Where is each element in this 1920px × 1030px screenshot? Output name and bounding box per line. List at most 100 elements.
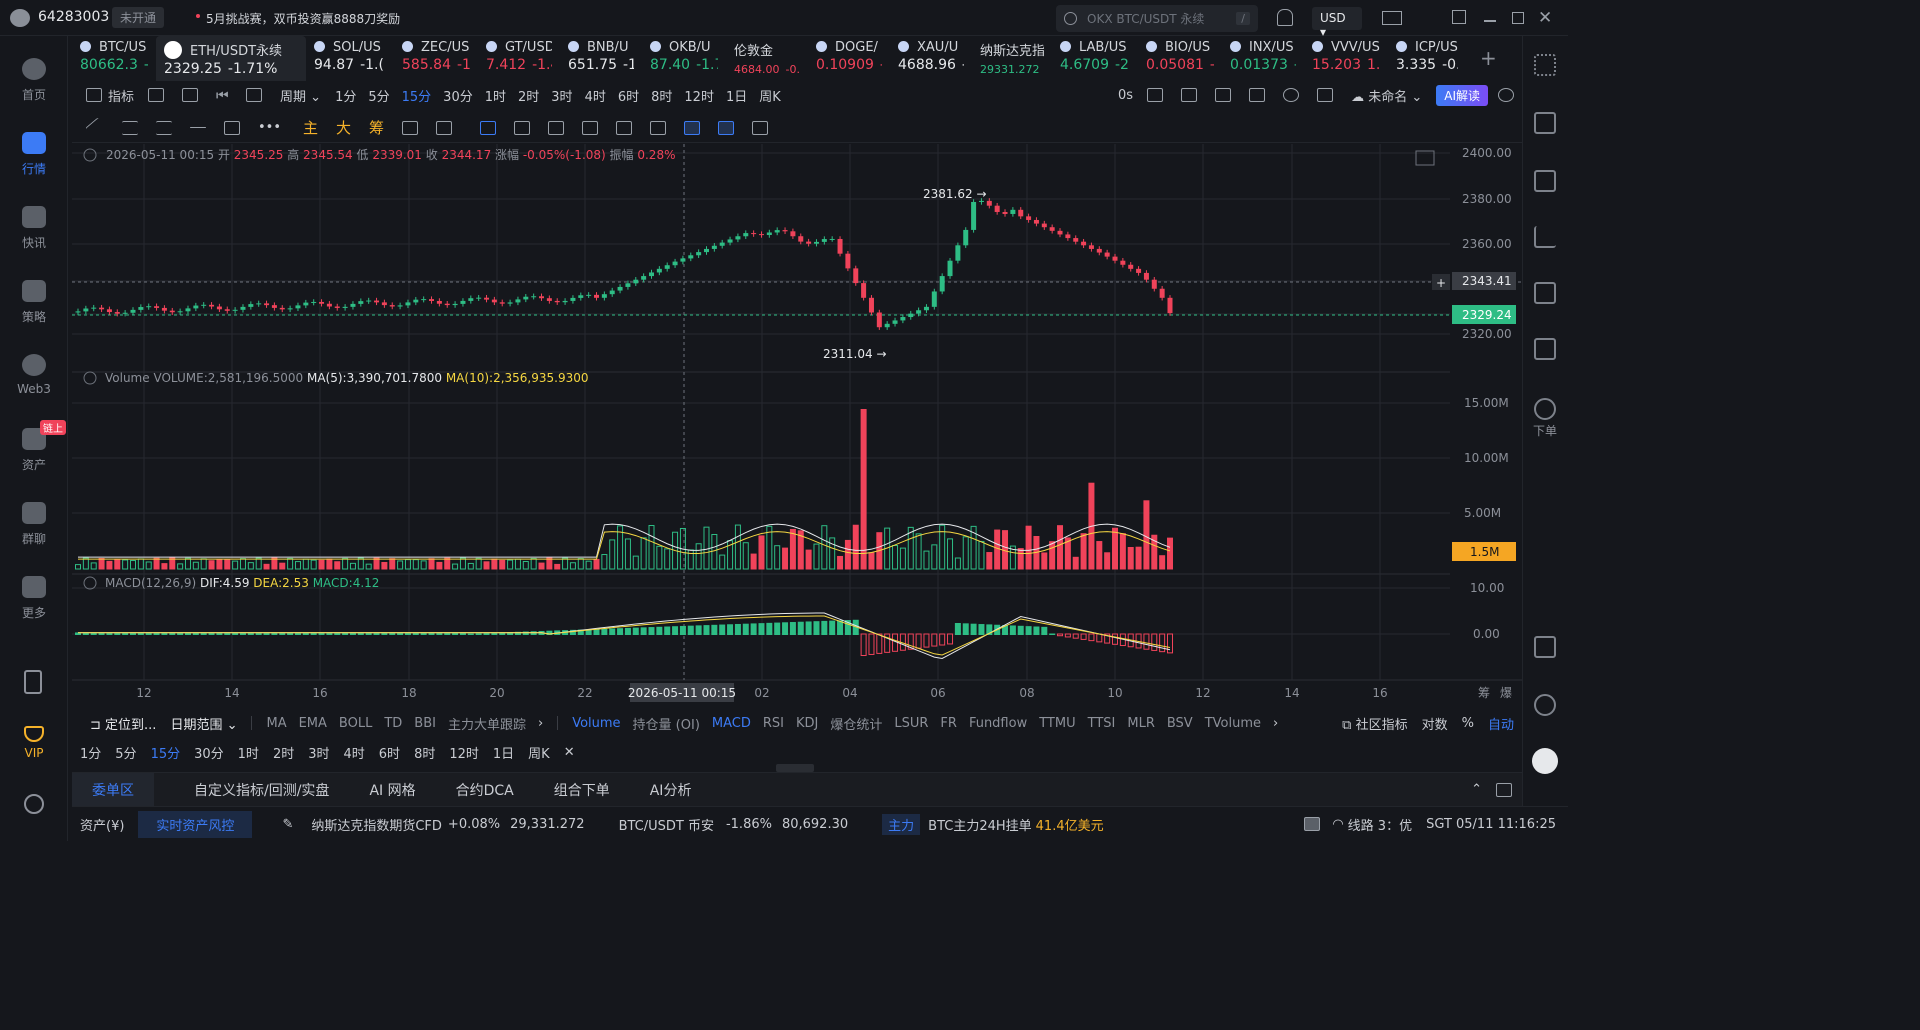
- chevron-right-icon[interactable]: ›: [1273, 716, 1278, 731]
- tag-main[interactable]: 主: [303, 117, 318, 138]
- period-11[interactable]: 1日: [726, 86, 747, 105]
- phone-icon[interactable]: [24, 670, 42, 694]
- trendline-icon[interactable]: [85, 116, 107, 139]
- status-badge[interactable]: 未开通: [112, 7, 165, 28]
- period-5[interactable]: 2时: [273, 743, 294, 762]
- bot-icon[interactable]: [1532, 748, 1558, 774]
- ticker-item[interactable]: LAB/US 4.6709 -2: [1052, 36, 1138, 81]
- period-7[interactable]: 4时: [344, 743, 365, 762]
- period-3[interactable]: 30分: [194, 743, 224, 762]
- parallel-line-icon[interactable]: [122, 120, 138, 135]
- rewind-icon[interactable]: ⏮: [216, 88, 232, 104]
- fib-icon[interactable]: [156, 120, 172, 135]
- period-6[interactable]: 3时: [308, 743, 329, 762]
- etf-icon[interactable]: [1534, 338, 1556, 360]
- chevron-right-icon[interactable]: ›: [538, 716, 543, 731]
- main-indicator-2[interactable]: BOLL: [339, 716, 372, 731]
- sub-indicator-9[interactable]: TTMU: [1039, 716, 1075, 731]
- bottom-tab-2[interactable]: AI 网格: [369, 780, 415, 800]
- sub-indicator-11[interactable]: MLR: [1127, 716, 1155, 731]
- settings-icon[interactable]: [24, 794, 44, 814]
- collapse-icon[interactable]: [83, 371, 97, 385]
- sub-indicator-6[interactable]: LSUR: [894, 716, 928, 731]
- period-5[interactable]: 2时: [518, 86, 539, 105]
- promo-text[interactable]: 5月挑战赛，双币投资赢8888刀奖励: [206, 10, 400, 27]
- ticker-item[interactable]: BTC/US 80662.3-: [72, 36, 156, 81]
- popout-icon[interactable]: [1496, 782, 1512, 797]
- layout-icon[interactable]: [1534, 636, 1556, 658]
- ticker-item[interactable]: 伦敦金 4684.00 -0.1: [726, 36, 808, 81]
- bell-icon[interactable]: [1277, 9, 1293, 26]
- trash-icon[interactable]: [752, 120, 769, 135]
- bottom-tab-3[interactable]: 合约DCA: [456, 780, 514, 800]
- bottom-tab-0[interactable]: 委单区: [72, 772, 154, 807]
- period-8[interactable]: 6时: [618, 86, 639, 105]
- ticker-item[interactable]: 纳斯达克指数 29331.2720: [972, 36, 1052, 81]
- lock-icon[interactable]: [616, 120, 633, 135]
- sub-indicator-4[interactable]: KDJ: [796, 716, 818, 731]
- period-12[interactable]: 周K: [528, 743, 550, 762]
- dollar-icon[interactable]: [1534, 170, 1556, 192]
- plus-icon[interactable]: +: [1436, 276, 1446, 290]
- ticker-item[interactable]: ICP/USI 3.335 -0.(: [1388, 36, 1466, 81]
- rectangle-icon[interactable]: [224, 120, 240, 135]
- ticker-item[interactable]: BIO/US 0.05081-: [1138, 36, 1222, 81]
- maximize-icon[interactable]: [1512, 12, 1524, 24]
- period-11[interactable]: 1日: [493, 743, 514, 762]
- avatar[interactable]: [10, 9, 30, 27]
- chevron-up-icon[interactable]: ⌃: [1471, 782, 1482, 797]
- close-icon[interactable]: ✕: [1538, 8, 1552, 28]
- period-1[interactable]: 5分: [368, 86, 389, 105]
- ticker-item[interactable]: INX/US 0.01373-: [1222, 36, 1304, 81]
- camera-icon[interactable]: [1147, 88, 1164, 102]
- main-indicator-0[interactable]: MA: [266, 716, 286, 731]
- sub-indicator-13[interactable]: TVolume: [1205, 716, 1261, 731]
- percent-toggle[interactable]: %: [1462, 716, 1474, 731]
- sub-indicator-3[interactable]: RSI: [763, 716, 784, 731]
- period-10[interactable]: 12时: [684, 86, 714, 105]
- tag-chip[interactable]: 筹: [369, 117, 384, 138]
- ticker-item[interactable]: XAU/U 4688.96-: [890, 36, 972, 81]
- auto-scale-toggle[interactable]: 自动: [1488, 714, 1514, 733]
- crop-icon[interactable]: [1215, 88, 1232, 102]
- compare-icon[interactable]: [582, 120, 599, 135]
- price-chart[interactable]: 2026-05-11 00:15 开 2345.25 高 2345.54 低 2…: [72, 144, 1522, 704]
- calendar-icon[interactable]: [148, 88, 165, 102]
- support-icon[interactable]: [1534, 694, 1556, 716]
- mail-icon[interactable]: [1382, 11, 1402, 25]
- stats-icon[interactable]: [1534, 226, 1556, 248]
- tag-big[interactable]: 大: [336, 117, 351, 138]
- nav-news[interactable]: 快讯: [0, 206, 68, 251]
- bottom-tab-5[interactable]: AI分析: [650, 780, 692, 800]
- nav-assets[interactable]: 资产 链上: [0, 420, 68, 473]
- nav-vip[interactable]: VIP: [0, 726, 68, 760]
- orderbook-icon[interactable]: [1534, 112, 1556, 134]
- period-2[interactable]: 15分: [402, 86, 432, 105]
- minimize-icon[interactable]: [1484, 20, 1496, 22]
- brush-icon[interactable]: [548, 120, 565, 135]
- log-scale-toggle[interactable]: 对数: [1422, 714, 1448, 733]
- sub-indicator-12[interactable]: BSV: [1167, 716, 1193, 731]
- magnet-icon[interactable]: [402, 120, 419, 135]
- period-4[interactable]: 1时: [485, 86, 506, 105]
- list-icon[interactable]: [1249, 88, 1266, 102]
- nav-home[interactable]: 首页: [0, 58, 68, 103]
- period-8[interactable]: 6时: [379, 743, 400, 762]
- ticker-item[interactable]: BNB/U 651.75 -1: [560, 36, 642, 81]
- sub-indicator-0[interactable]: Volume: [572, 716, 620, 731]
- period-6[interactable]: 3时: [551, 86, 572, 105]
- main-force-text[interactable]: BTC主力24H挂单: [928, 815, 1032, 834]
- add-ticker-icon[interactable]: +: [1480, 46, 1497, 70]
- period-0[interactable]: 1分: [335, 86, 356, 105]
- swap-icon[interactable]: [1534, 398, 1556, 420]
- filter-icon[interactable]: [718, 120, 735, 135]
- collapse-icon[interactable]: [83, 576, 97, 590]
- line-status[interactable]: 线路 3：优: [1348, 815, 1412, 834]
- layout-icon[interactable]: [182, 88, 199, 102]
- nav-chat[interactable]: 群聊: [0, 502, 68, 547]
- community-indicator-button[interactable]: ⧉ 社区指标: [1342, 714, 1407, 733]
- collapse-icon[interactable]: [83, 148, 97, 162]
- fullscreen-icon[interactable]: [1317, 88, 1334, 102]
- share-icon[interactable]: [1498, 88, 1514, 102]
- period-4[interactable]: 1时: [238, 743, 259, 762]
